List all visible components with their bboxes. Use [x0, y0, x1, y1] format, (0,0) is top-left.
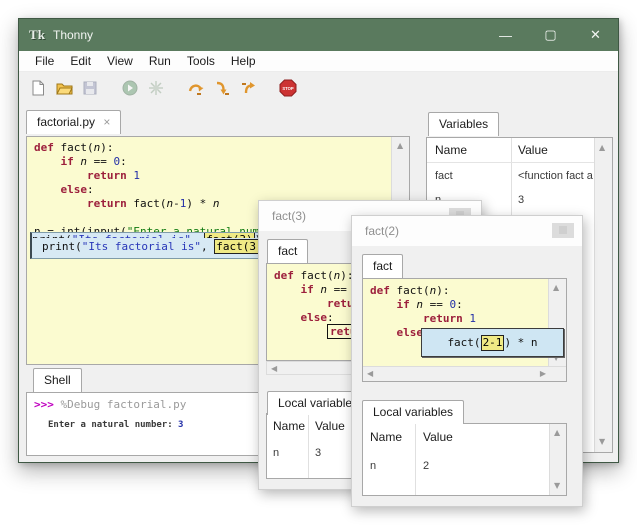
shell-tab-label: Shell: [44, 373, 71, 387]
col-value: Value: [518, 143, 548, 157]
tab-local-variables[interactable]: Local variables: [362, 400, 465, 424]
screen: Tk Thonny — ▢ ✕ File Edit View Run Tools…: [0, 0, 637, 525]
close-button[interactable]: ✕: [573, 19, 618, 51]
variables-tab-label: Variables: [439, 117, 489, 131]
menubar: File Edit View Run Tools Help: [19, 51, 618, 72]
var-value: 3: [518, 194, 525, 206]
frame-tab-label: fact: [373, 259, 393, 273]
var-name: n: [370, 460, 377, 472]
shell-output-text: Enter a natural number:: [48, 420, 179, 430]
shell-user-input: 3: [178, 420, 184, 430]
scroll-down-icon[interactable]: ▼: [554, 482, 560, 490]
locals-tab-label: Local variables: [278, 396, 359, 410]
frame-title: fact(3): [272, 209, 307, 223]
titlebar[interactable]: Tk Thonny — ▢ ✕: [19, 19, 618, 51]
scroll-up-icon[interactable]: ▲: [397, 142, 403, 150]
tab-factorial-py[interactable]: factorial.py ×: [26, 110, 122, 134]
var-value: <function fact a: [518, 170, 593, 182]
scroll-left-icon[interactable]: ◀: [271, 365, 277, 373]
scroll-up-icon[interactable]: ▲: [599, 144, 605, 152]
scroll-up-icon[interactable]: ▲: [554, 429, 560, 437]
stop-icon[interactable]: STOP: [279, 79, 297, 97]
col-name: Name: [435, 143, 468, 157]
run-icon[interactable]: [121, 79, 139, 97]
locals-tab-label: Local variables: [373, 405, 454, 419]
editor-tab-label: factorial.py: [37, 115, 96, 129]
save-file-icon[interactable]: [81, 79, 99, 97]
menu-file[interactable]: File: [27, 52, 62, 70]
step-over-icon[interactable]: [187, 79, 205, 97]
col-name: Name: [370, 430, 403, 444]
eval-highlight: 2-1: [480, 334, 505, 351]
tab-fact[interactable]: fact: [267, 239, 309, 263]
minimize-button[interactable]: —: [483, 19, 528, 51]
thonny-app-icon: Tk: [29, 27, 45, 42]
menu-run[interactable]: Run: [141, 52, 179, 70]
toolbar-separator: [265, 88, 279, 89]
shell-io-line: Enter a natural number: 3: [48, 420, 183, 430]
var-name: fact: [435, 170, 453, 182]
window-controls: — ▢ ✕: [483, 19, 618, 51]
menu-help[interactable]: Help: [223, 52, 264, 70]
eval-post: ) * n: [504, 335, 538, 349]
shell-command: %Debug factorial.py: [53, 398, 187, 411]
col-value: Value: [315, 419, 345, 433]
variables-vscrollbar[interactable]: ▲ ▼: [594, 138, 612, 452]
debug-icon[interactable]: [147, 79, 165, 97]
frame-title: fact(2): [365, 224, 400, 238]
col-name: Name: [273, 419, 306, 433]
step-out-icon[interactable]: [239, 79, 257, 97]
toolbar: STOP: [19, 72, 618, 104]
tab-variables[interactable]: Variables: [428, 112, 500, 136]
scroll-right-icon[interactable]: ▶: [540, 370, 546, 378]
new-file-icon[interactable]: [29, 79, 47, 97]
tab-fact[interactable]: fact: [362, 254, 404, 278]
shell-command-line: >>> %Debug factorial.py: [34, 398, 186, 411]
frame-restore-button[interactable]: [552, 223, 574, 238]
menu-tools[interactable]: Tools: [179, 52, 223, 70]
column-divider: [308, 414, 309, 478]
scroll-down-icon[interactable]: ▼: [599, 438, 605, 446]
locals-pane: Name Value n 2 ▲ ▼: [362, 423, 567, 496]
var-name: n: [273, 447, 280, 459]
evaluation-box: fact(2-1) * n: [421, 328, 564, 357]
var-value: 3: [315, 447, 322, 459]
locals-vscrollbar[interactable]: ▲ ▼: [549, 424, 566, 495]
scroll-left-icon[interactable]: ◀: [367, 370, 373, 378]
eval-pre: fact(: [447, 335, 481, 349]
open-file-icon[interactable]: [55, 79, 73, 97]
frame-titlebar[interactable]: fact(2): [352, 216, 582, 246]
frame-hscrollbar[interactable]: ◀ ▶: [363, 366, 566, 381]
menu-edit[interactable]: Edit: [62, 52, 99, 70]
toolbar-separator: [107, 88, 121, 89]
maximize-button[interactable]: ▢: [528, 19, 573, 51]
var-value: 2: [423, 460, 430, 472]
col-value: Value: [423, 430, 453, 444]
scroll-up-icon[interactable]: ▲: [553, 284, 559, 292]
stop-label: STOP: [282, 86, 294, 91]
toolbar-separator: [173, 88, 187, 89]
frame-window-fact2: fact(2) fact def fact(n): if n == 0: ret…: [351, 215, 583, 507]
column-divider: [415, 424, 416, 495]
restore-icon: [559, 226, 567, 234]
menu-view[interactable]: View: [99, 52, 141, 70]
window-title: Thonny: [53, 28, 94, 42]
tab-close-icon[interactable]: ×: [103, 115, 110, 129]
frame-tab-label: fact: [278, 244, 298, 258]
tab-shell[interactable]: Shell: [33, 368, 82, 392]
step-into-icon[interactable]: [213, 79, 231, 97]
variables-header: Name Value: [427, 138, 595, 163]
shell-prompt: >>>: [34, 398, 54, 411]
